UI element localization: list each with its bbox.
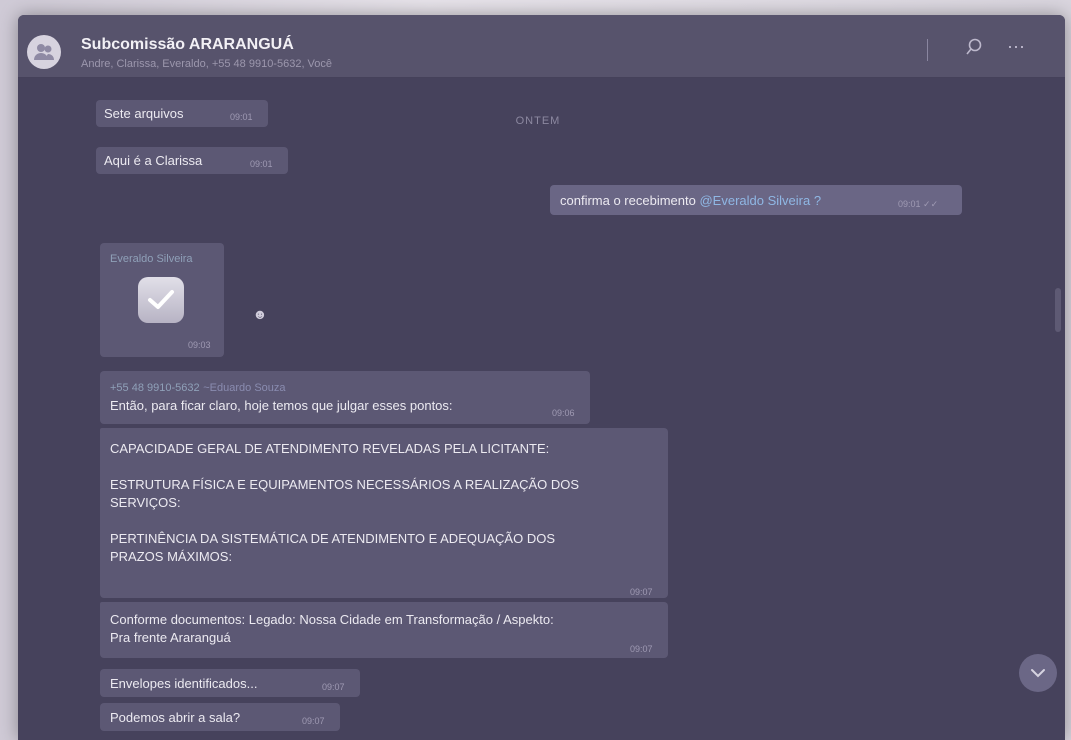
message-time: 09:06 <box>552 408 575 418</box>
message-line: PRAZOS MÁXIMOS: <box>110 549 233 564</box>
message-sender[interactable]: Everaldo Silveira <box>110 253 214 265</box>
sender-phone[interactable]: +55 48 9910-5632 <box>110 382 200 394</box>
chat-title[interactable]: Subcomissão ARARANGUÁ <box>81 36 294 54</box>
message-text: confirma o recebimento <box>560 193 696 208</box>
outgoing-message-bubble[interactable]: confirma o recebimento @Everaldo Silveir… <box>550 185 962 215</box>
message-text: Sete arquivos <box>104 106 184 121</box>
message-time: 09:01 ✓✓ <box>898 199 939 209</box>
more-options-icon[interactable]: ⋯ <box>1002 33 1030 61</box>
message-line: SERVIÇOS: <box>110 495 181 510</box>
message-time: 09:07 <box>322 682 345 692</box>
message-time: 09:07 <box>630 587 653 597</box>
message-bubble[interactable]: Aqui é a Clarissa 09:01 <box>96 147 288 174</box>
header-divider <box>927 39 928 61</box>
message-line: Conforme documentos: Legado: Nossa Cidad… <box>110 612 554 627</box>
message-bubble[interactable]: Podemos abrir a sala? 09:07 <box>100 703 340 731</box>
message-text: Então, para ficar claro, hoje temos que … <box>110 398 453 413</box>
message-bubble[interactable]: +55 48 9910-5632 ~Eduardo Souza Então, p… <box>100 371 590 424</box>
sender-name: ~Eduardo Souza <box>203 382 286 394</box>
message-bubble[interactable]: Conforme documentos: Legado: Nossa Cidad… <box>100 602 668 658</box>
message-time: 09:07 <box>630 644 653 654</box>
group-avatar-icon[interactable] <box>27 35 61 69</box>
message-line: ESTRUTURA FÍSICA E EQUIPAMENTOS NECESSÁR… <box>110 477 580 492</box>
message-bubble[interactable]: Envelopes identificados... 09:07 <box>100 669 360 697</box>
message-bubble[interactable]: Sete arquivos 09:01 <box>96 100 268 127</box>
chat-members: Andre, Clarissa, Everaldo, +55 48 9910-5… <box>81 58 333 70</box>
message-time: 09:01 <box>230 112 253 122</box>
search-icon[interactable] <box>960 33 988 61</box>
message-time: 09:01 <box>250 159 273 169</box>
message-bubble[interactable]: CAPACIDADE GERAL DE ATENDIMENTO REVELADA… <box>100 428 668 598</box>
emoji-icon[interactable]: ☻ <box>251 305 269 323</box>
chat-window: Subcomissão ARARANGUÁ Andre, Clarissa, E… <box>18 15 1065 740</box>
message-text: Envelopes identificados... <box>110 676 258 691</box>
scrollbar[interactable] <box>1055 288 1061 332</box>
message-line: Pra frente Araranguá <box>110 630 231 645</box>
message-text: Aqui é a Clarissa <box>104 153 203 168</box>
sticker-message[interactable]: Everaldo Silveira 09:03 <box>100 243 224 357</box>
message-line: PERTINÊNCIA DA SISTEMÁTICA DE ATENDIMENT… <box>110 531 555 546</box>
checkmark-emoji-icon <box>138 277 184 323</box>
message-time: 09:07 <box>302 716 325 726</box>
chat-header[interactable]: Subcomissão ARARANGUÁ Andre, Clarissa, E… <box>18 15 1065 78</box>
message-line: CAPACIDADE GERAL DE ATENDIMENTO REVELADA… <box>110 441 550 456</box>
date-divider: ONTEM <box>515 115 561 127</box>
chevron-down-icon[interactable] <box>1019 654 1057 692</box>
message-time: 09:03 <box>188 340 211 350</box>
message-text: Podemos abrir a sala? <box>110 710 241 725</box>
mention-link[interactable]: @Everaldo Silveira ? <box>699 193 821 208</box>
